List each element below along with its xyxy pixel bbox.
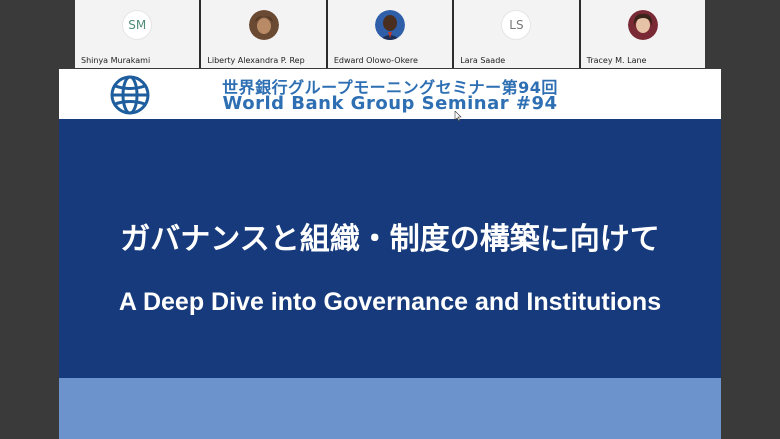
- participant-name: Edward Olowo-Okere: [333, 56, 418, 65]
- participant-name: Lara Saade: [460, 56, 506, 65]
- user-photo-icon: [627, 10, 658, 40]
- slide-title-band: ガバナンスと組織・制度の構築に向けて A Deep Dive into Gove…: [59, 119, 721, 378]
- user-photo-icon: [375, 10, 406, 40]
- slide-title-en: A Deep Dive into Governance and Institut…: [118, 288, 662, 316]
- participant-gallery: SM Shinya Murakami Liberty Alexandra P. …: [75, 0, 706, 68]
- participant-tile-edward[interactable]: Edward Olowo-Okere: [327, 0, 453, 68]
- slide-footer-band: [59, 378, 721, 439]
- avatar: SM: [122, 10, 153, 40]
- avatar: [375, 10, 406, 40]
- avatar: LS: [501, 10, 532, 40]
- participant-name: Liberty Alexandra P. Rep: [207, 56, 305, 65]
- user-photo-icon: [248, 10, 279, 40]
- participant-name: Tracey M. Lane: [586, 56, 647, 65]
- participant-tile-tracey[interactable]: Tracey M. Lane: [580, 0, 706, 68]
- avatar: [248, 10, 279, 40]
- shared-slide: 世界銀行グループモーニングセミナー第94回 World Bank Group S…: [59, 69, 721, 439]
- avatar: [627, 10, 658, 40]
- participant-name: Shinya Murakami: [81, 56, 151, 65]
- slide-header: 世界銀行グループモーニングセミナー第94回 World Bank Group S…: [59, 69, 721, 119]
- mouse-cursor-icon: [454, 111, 462, 121]
- slide-title-jp: ガバナンスと組織・制度の構築に向けて: [120, 222, 660, 257]
- seminar-title-en: World Bank Group Seminar #94: [222, 93, 558, 114]
- participant-tile-shinya[interactable]: SM Shinya Murakami: [75, 0, 200, 68]
- participant-tile-lara[interactable]: LS Lara Saade: [454, 0, 579, 68]
- participant-tile-liberty[interactable]: Liberty Alexandra P. Rep: [201, 0, 326, 68]
